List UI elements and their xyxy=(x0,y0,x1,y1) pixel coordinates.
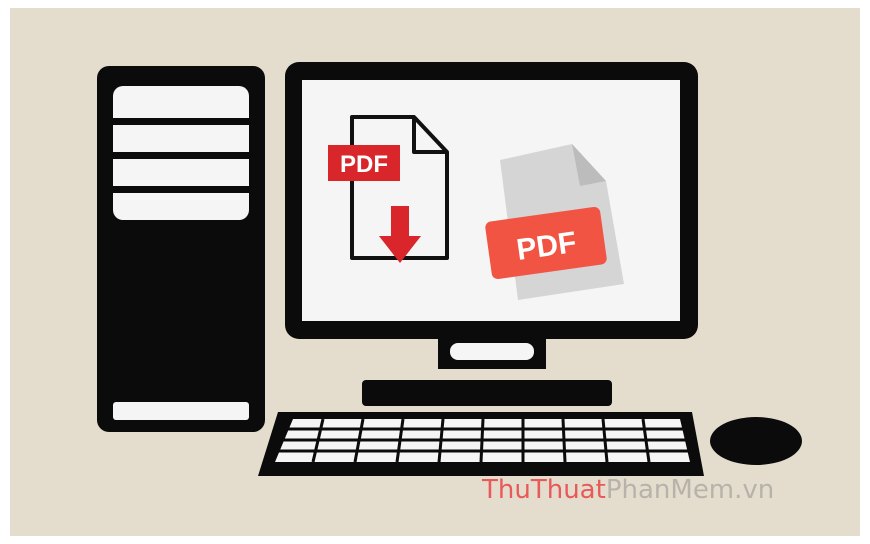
drive-bay-divider xyxy=(113,118,249,125)
computer-tower xyxy=(97,66,265,432)
desktop-computer-illustration: PDF PDF ThuThuatPhanMem.vn xyxy=(97,62,802,505)
download-arrow-shaft xyxy=(391,206,409,240)
drive-bay-divider xyxy=(113,152,249,159)
monitor-power-light xyxy=(450,343,534,360)
monitor-stand xyxy=(362,380,612,406)
drive-bay-divider xyxy=(113,186,249,193)
pdf-label-text: PDF xyxy=(340,151,388,178)
mouse xyxy=(710,417,802,465)
watermark: ThuThuatPhanMem.vn xyxy=(481,475,774,505)
mouse-body xyxy=(710,417,802,465)
watermark-part-3: .vn xyxy=(734,475,774,505)
watermark-part-2: PhanMem xyxy=(606,475,734,505)
tower-base-slot xyxy=(113,402,249,420)
keyboard xyxy=(258,412,704,476)
watermark-part-1: ThuThuat xyxy=(481,475,606,505)
